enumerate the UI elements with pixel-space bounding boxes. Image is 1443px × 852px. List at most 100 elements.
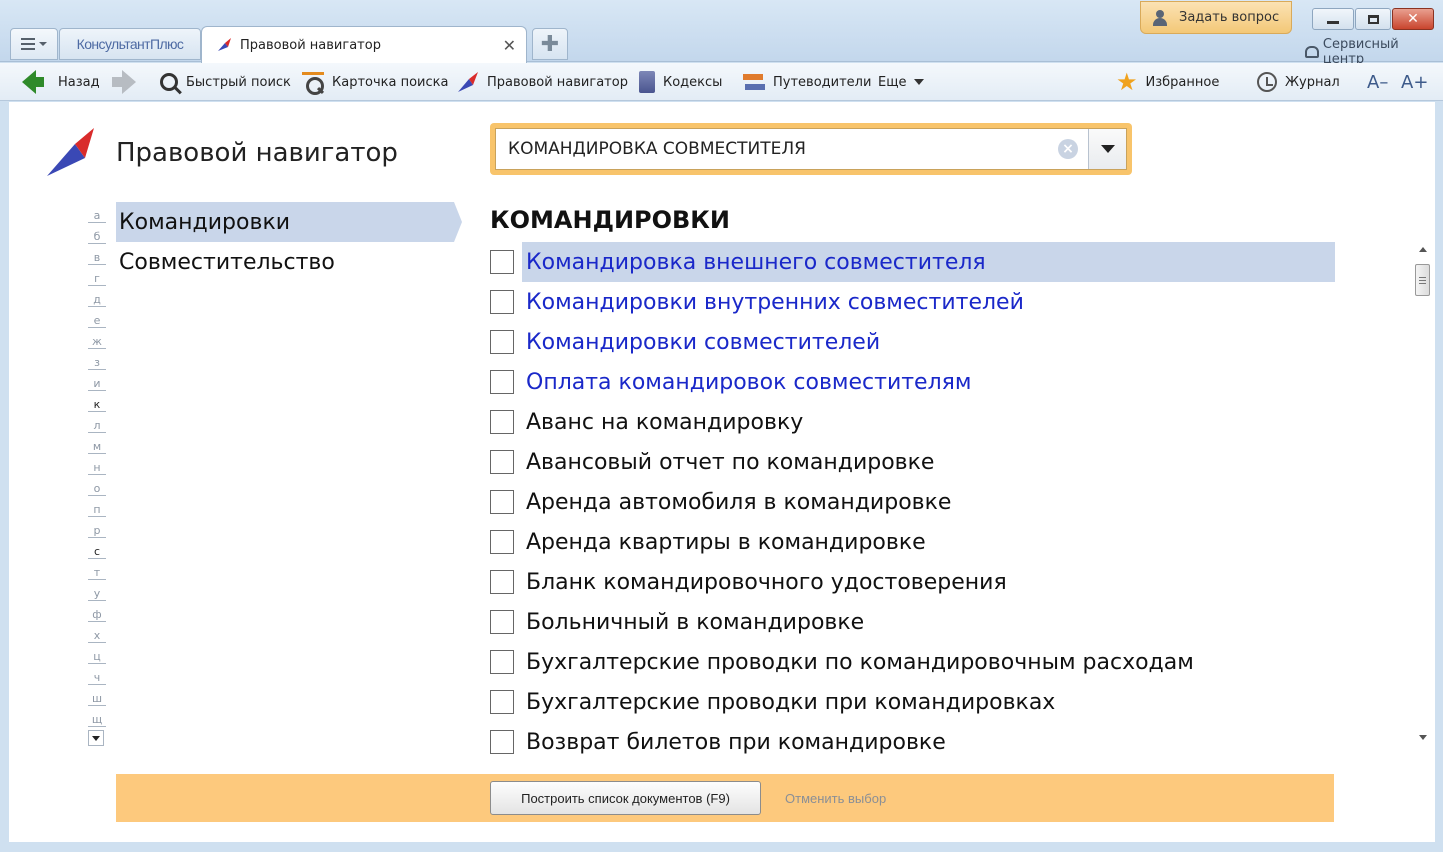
item-checkbox[interactable] — [490, 410, 514, 434]
search-input[interactable] — [496, 129, 1046, 169]
item-label[interactable]: Аренда автомобиля в командировке — [522, 482, 955, 522]
quick-search-button[interactable]: Быстрый поиск — [160, 63, 291, 101]
alphabet-letter[interactable]: м — [88, 433, 106, 454]
font-larger-button[interactable]: A+ — [1401, 63, 1428, 101]
scroll-thumb[interactable] — [1415, 264, 1430, 296]
item-checkbox[interactable] — [490, 330, 514, 354]
item-checkbox[interactable] — [490, 530, 514, 554]
category-item[interactable]: Совместительство — [116, 242, 462, 282]
search-card-button[interactable]: Карточка поиска — [302, 63, 448, 101]
alphabet-letter[interactable]: у — [88, 580, 106, 601]
item-checkbox[interactable] — [490, 690, 514, 714]
alphabet-letter[interactable]: ц — [88, 643, 106, 664]
alphabet-letter[interactable]: т — [88, 559, 106, 580]
back-button[interactable]: Назад — [22, 63, 100, 101]
alphabet-letter[interactable]: в — [88, 244, 106, 265]
alphabet-letter[interactable]: х — [88, 622, 106, 643]
scroll-up-button[interactable] — [1414, 242, 1431, 256]
list-item[interactable]: Командировка внешнего совместителя — [490, 242, 1335, 282]
alphabet-scroll-down-button[interactable] — [88, 730, 104, 746]
alphabet-letter[interactable]: щ — [88, 706, 106, 727]
item-label[interactable]: Бланк командировочного удостоверения — [522, 562, 1011, 602]
item-checkbox[interactable] — [490, 490, 514, 514]
alphabet-letter[interactable]: р — [88, 517, 106, 538]
item-label[interactable]: Командировки совместителей — [522, 322, 884, 362]
alphabet-letter[interactable]: ф — [88, 601, 106, 622]
alphabet-letter[interactable]: ш — [88, 685, 106, 706]
legal-navigator-icon — [218, 38, 231, 51]
cancel-selection-link[interactable]: Отменить выбор — [785, 791, 886, 806]
journal-button[interactable]: Журнал — [1257, 63, 1340, 101]
category-item[interactable]: Командировки — [116, 202, 462, 242]
alphabet-letter[interactable]: н — [88, 454, 106, 475]
alphabet-letter[interactable]: о — [88, 475, 106, 496]
alphabet-letter[interactable]: к — [88, 391, 106, 412]
list-item[interactable]: Больничный в командировке — [490, 602, 1335, 642]
build-document-list-button[interactable]: Построить список документов (F9) — [490, 781, 761, 815]
more-menu-button[interactable]: Еще — [878, 63, 925, 101]
item-label[interactable]: Командировки внутренних совместителей — [522, 282, 1028, 322]
alphabet-letter[interactable]: г — [88, 265, 106, 286]
item-checkbox[interactable] — [490, 450, 514, 474]
alphabet-letter[interactable]: а — [88, 202, 106, 223]
list-item[interactable]: Аренда квартиры в командировке — [490, 522, 1335, 562]
list-item[interactable]: Бланк командировочного удостоверения — [490, 562, 1335, 602]
item-checkbox[interactable] — [490, 650, 514, 674]
item-label[interactable]: Бухгалтерские проводки при командировках — [522, 682, 1059, 722]
list-item[interactable]: Аренда автомобиля в командировке — [490, 482, 1335, 522]
clear-search-icon[interactable]: × — [1058, 139, 1078, 159]
codes-button[interactable]: Кодексы — [639, 63, 722, 101]
minimize-button[interactable] — [1312, 8, 1354, 30]
scroll-down-button[interactable] — [1414, 730, 1431, 744]
scroll-track[interactable] — [1414, 296, 1431, 730]
ask-question-label: Задать вопрос — [1179, 10, 1280, 25]
list-item[interactable]: Оплата командировок совместителям — [490, 362, 1335, 402]
item-label[interactable]: Аренда квартиры в командировке — [522, 522, 930, 562]
forward-button[interactable] — [112, 63, 136, 101]
legal-navigator-button[interactable]: Правовой навигатор — [457, 63, 628, 101]
item-label[interactable]: Командировка внешнего совместителя — [522, 242, 1335, 282]
item-checkbox[interactable] — [490, 730, 514, 754]
maximize-button[interactable] — [1355, 8, 1391, 30]
item-label[interactable]: Авансовый отчет по командировке — [522, 442, 938, 482]
item-label[interactable]: Возврат билетов при командировке — [522, 722, 950, 762]
list-item[interactable]: Командировки совместителей — [490, 322, 1335, 362]
list-item[interactable]: Авансовый отчет по командировке — [490, 442, 1335, 482]
alphabet-letter[interactable]: ч — [88, 664, 106, 685]
item-checkbox[interactable] — [490, 570, 514, 594]
close-window-button[interactable]: ✕ — [1392, 8, 1434, 30]
item-label[interactable]: Аванс на командировку — [522, 402, 807, 442]
main-menu-button[interactable] — [10, 28, 58, 60]
item-checkbox[interactable] — [490, 610, 514, 634]
font-smaller-button[interactable]: A– — [1367, 63, 1388, 101]
item-label[interactable]: Бухгалтерские проводки по командировочны… — [522, 642, 1198, 682]
new-tab-button[interactable]: ✚ — [532, 28, 568, 60]
guides-button[interactable]: Путеводители — [743, 63, 871, 101]
tab-consultant-plus[interactable]: КонсультантПлюс — [59, 28, 201, 60]
item-label[interactable]: Оплата командировок совместителям — [522, 362, 976, 402]
alphabet-letter[interactable]: ж — [88, 328, 106, 349]
item-checkbox[interactable] — [490, 250, 514, 274]
tab-legal-navigator[interactable]: Правовой навигатор ✕ — [201, 26, 527, 63]
alphabet-letter[interactable]: б — [88, 223, 106, 244]
favorites-button[interactable]: ★ Избранное — [1116, 63, 1219, 101]
alphabet-letter[interactable]: л — [88, 412, 106, 433]
alphabet-letter[interactable]: п — [88, 496, 106, 517]
item-checkbox[interactable] — [490, 370, 514, 394]
alphabet-letter[interactable]: и — [88, 370, 106, 391]
alphabet-letter[interactable]: е — [88, 307, 106, 328]
list-item[interactable]: Командировки внутренних совместителей — [490, 282, 1335, 322]
item-label[interactable]: Больничный в командировке — [522, 602, 868, 642]
alphabet-letter[interactable]: д — [88, 286, 106, 307]
ask-question-button[interactable]: Задать вопрос — [1140, 1, 1292, 34]
list-scrollbar[interactable] — [1414, 242, 1431, 752]
list-item[interactable]: Аванс на командировку — [490, 402, 1335, 442]
alphabet-letter[interactable]: с — [88, 538, 106, 559]
search-history-dropdown[interactable] — [1088, 129, 1126, 169]
list-item[interactable]: Возврат билетов при командировке — [490, 722, 1335, 762]
list-item[interactable]: Бухгалтерские проводки при командировках — [490, 682, 1335, 722]
alphabet-letter[interactable]: з — [88, 349, 106, 370]
close-tab-icon[interactable]: ✕ — [503, 36, 516, 55]
list-item[interactable]: Бухгалтерские проводки по командировочны… — [490, 642, 1335, 682]
item-checkbox[interactable] — [490, 290, 514, 314]
